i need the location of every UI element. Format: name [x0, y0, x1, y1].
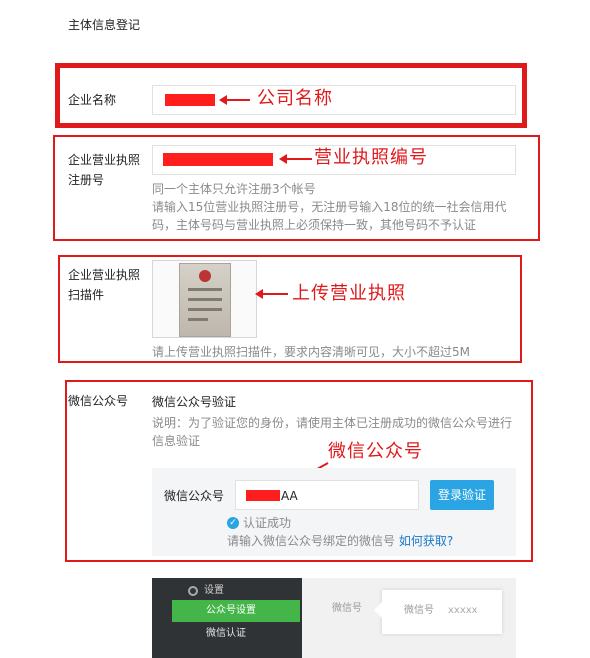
redaction-bar — [165, 94, 215, 106]
arrow-icon — [279, 154, 312, 164]
scan-label-line1: 企业营业执照 — [68, 268, 141, 282]
login-verify-button[interactable]: 登录验证 — [430, 480, 494, 510]
license-label-line1: 企业营业执照 — [68, 153, 141, 167]
license-annotation: 营业执照编号 — [314, 147, 428, 168]
wechat-id-value-suffix: AA — [281, 489, 298, 503]
wechat-settings-preview: 设置 公众号设置 微信认证 微信号 微信号 xxxxx — [152, 578, 516, 658]
gear-icon — [188, 586, 198, 596]
scan-label-line2: 扫描件 — [68, 288, 105, 302]
wechat-desc-line1: 说明：为了验证您的身份，请使用主体已注册成功的微信公众号进行 — [152, 416, 513, 430]
wechat-label: 微信公众号 — [68, 394, 129, 408]
wechat-field-label: 微信公众号 — [164, 489, 225, 503]
license-scan-thumbnail[interactable] — [152, 260, 257, 338]
verify-success-text: 认证成功 — [243, 516, 292, 530]
arrow-icon — [219, 95, 250, 105]
wechat-section-title: 微信公众号验证 — [152, 395, 237, 409]
company-name-input[interactable] — [152, 85, 516, 115]
license-image — [179, 263, 231, 337]
redaction-bar — [246, 490, 280, 501]
wechat-hint-text: 请输入微信公众号绑定的微信号 如何获取? — [227, 532, 453, 550]
page-title: 主体信息登记 — [68, 18, 141, 32]
scan-annotation: 上传营业执照 — [292, 283, 406, 304]
preview-account-settings: 公众号设置 — [206, 605, 256, 616]
license-help-line3: 码，主体号码与营业执照上必须保持一致，其他号码不予认证 — [152, 218, 477, 232]
seal-icon — [199, 270, 211, 282]
wechat-id-input[interactable]: AA — [235, 480, 419, 510]
preview-settings-label: 设置 — [204, 585, 224, 596]
redaction-bar — [163, 153, 273, 166]
check-icon: ✓ — [227, 517, 239, 529]
company-name-label: 企业名称 — [68, 93, 117, 107]
preview-wechat-auth: 微信认证 — [206, 628, 246, 639]
preview-card-label: 微信号 — [404, 605, 434, 616]
license-help-line1: 同一个主体只允许注册3个帐号 — [152, 182, 316, 196]
wechat-hint: 请输入微信公众号绑定的微信号 — [227, 534, 396, 548]
preview-card-value: xxxxx — [448, 605, 478, 616]
wechat-annotation: 微信公众号 — [328, 441, 423, 462]
license-label-line2: 注册号 — [68, 173, 105, 187]
scan-help-text: 请上传营业执照扫描件，要求内容清晰可见，大小不超过5M — [152, 345, 470, 359]
company-annotation: 公司名称 — [257, 88, 333, 109]
wechat-desc-line2: 信息验证 — [152, 434, 201, 448]
license-help-line2: 请输入15位营业执照注册号，无注册号输入18位的统一社会信用代 — [152, 200, 507, 214]
how-to-get-link[interactable]: 如何获取? — [399, 534, 453, 548]
arrow-icon — [255, 289, 288, 299]
preview-tooltip-card: 微信号 xxxxx — [374, 590, 502, 634]
preview-wechat-id-label: 微信号 — [332, 603, 362, 614]
